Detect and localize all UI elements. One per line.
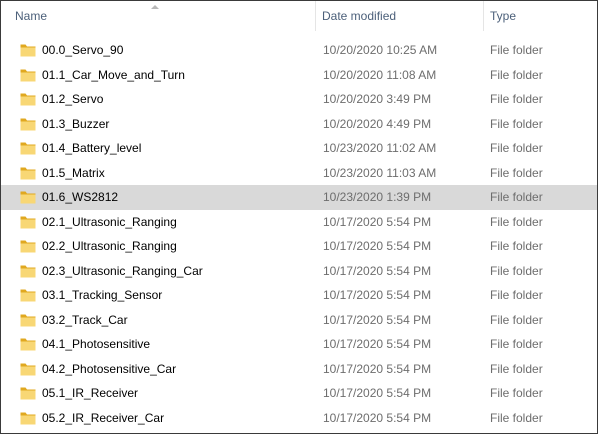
file-row[interactable]: 01.1_Car_Move_and_Turn 10/20/2020 11:08 A… xyxy=(1,63,597,88)
file-list: 00.0_Servo_90 10/20/2020 10:25 AM File fol… xyxy=(1,38,597,430)
file-row[interactable]: 01.3_Buzzer 10/20/2020 4:49 PM File folder xyxy=(1,112,597,137)
file-type: File folder xyxy=(490,386,543,400)
folder-icon xyxy=(19,90,37,108)
column-header-date-label: Date modified xyxy=(322,9,397,23)
folder-icon xyxy=(19,237,37,255)
file-row[interactable]: 00.0_Servo_90 10/20/2020 10:25 AM File fol… xyxy=(1,38,597,63)
folder-icon xyxy=(19,66,37,84)
file-type: File folder xyxy=(490,43,543,57)
file-date-modified: 10/20/2020 4:49 PM xyxy=(323,116,432,131)
file-date-modified: 10/17/2020 5:54 PM xyxy=(323,239,432,253)
file-row[interactable]: 01.4_Battery_level 10/23/2020 11:02 AM Fil… xyxy=(1,136,597,161)
file-name: 04.2_Photosensitive_Car xyxy=(42,361,177,376)
file-date-modified: 10/17/2020 5:54 PM xyxy=(323,288,432,302)
file-name: 02.1_Ultrasonic_Ranging xyxy=(42,214,177,229)
file-date-modified: 10/23/2020 11:02 AM xyxy=(323,141,437,155)
file-row[interactable]: 02.3_Ultrasonic_Ranging_Car 10/17/2020 5:… xyxy=(1,259,597,284)
file-date-modified: 10/17/2020 5:54 PM xyxy=(323,214,432,229)
file-date-modified: 10/23/2020 1:39 PM xyxy=(323,190,432,204)
file-type: File folder xyxy=(490,239,543,253)
file-row[interactable]: 04.1_Photosensitive 10/17/2020 5:54 PM Fil… xyxy=(1,332,597,357)
file-date-modified: 10/17/2020 5:54 PM xyxy=(323,361,432,376)
file-type: File folder xyxy=(490,312,543,327)
folder-icon xyxy=(19,409,37,427)
file-name: 01.1_Car_Move_and_Turn xyxy=(42,67,185,82)
file-row[interactable]: 01.6_WS2812 10/23/2020 1:39 PM File folder xyxy=(1,185,597,210)
file-date-modified: 10/23/2020 11:03 AM xyxy=(323,165,437,180)
column-header-bar: Name Date modified Type xyxy=(1,1,597,31)
file-name: 05.1_IR_Receiver xyxy=(42,386,139,400)
folder-icon xyxy=(19,164,37,182)
file-type: File folder xyxy=(490,410,543,425)
folder-icon xyxy=(19,335,37,353)
file-name: 00.0_Servo_90 xyxy=(42,43,124,57)
file-date-modified: 10/20/2020 11:08 AM xyxy=(323,67,437,82)
file-name: 01.6_WS2812 xyxy=(42,190,119,204)
file-date-modified: 10/17/2020 5:54 PM xyxy=(323,312,432,327)
file-type: File folder xyxy=(490,263,543,278)
folder-icon xyxy=(19,262,37,280)
file-type: File folder xyxy=(490,361,543,376)
file-name: 04.1_Photosensitive xyxy=(42,337,151,351)
file-explorer-window: Name Date modified Type 00.0_Servo_90 10/… xyxy=(0,0,598,434)
file-name: 02.2_Ultrasonic_Ranging xyxy=(42,239,177,253)
file-date-modified: 10/20/2020 3:49 PM xyxy=(323,92,432,106)
file-name: 01.5_Matrix xyxy=(42,165,105,180)
folder-icon xyxy=(19,139,37,157)
file-row[interactable]: 04.2_Photosensitive_Car 10/17/2020 5:54 P… xyxy=(1,357,597,382)
folder-icon xyxy=(19,311,37,329)
file-name: 05.2_IR_Receiver_Car xyxy=(42,410,165,425)
file-type: File folder xyxy=(490,92,543,106)
file-type: File folder xyxy=(490,337,543,351)
file-name: 01.3_Buzzer xyxy=(42,116,110,131)
file-name: 02.3_Ultrasonic_Ranging_Car xyxy=(42,263,203,278)
folder-icon xyxy=(19,384,37,402)
file-date-modified: 10/20/2020 10:25 AM xyxy=(323,43,438,57)
file-date-modified: 10/17/2020 5:54 PM xyxy=(323,386,432,400)
file-date-modified: 10/17/2020 5:54 PM xyxy=(323,410,432,425)
folder-icon xyxy=(19,213,37,231)
file-row[interactable]: 05.1_IR_Receiver 10/17/2020 5:54 PM File f… xyxy=(1,381,597,406)
file-date-modified: 10/17/2020 5:54 PM xyxy=(323,337,432,351)
file-row[interactable]: 01.2_Servo 10/20/2020 3:49 PM File folder xyxy=(1,87,597,112)
folder-icon xyxy=(19,286,37,304)
file-row[interactable]: 03.1_Tracking_Sensor 10/17/2020 5:54 PM Fi… xyxy=(1,283,597,308)
column-header-name[interactable]: Name xyxy=(9,1,315,31)
file-type: File folder xyxy=(490,165,543,180)
file-name: 03.2_Track_Car xyxy=(42,312,128,327)
file-row[interactable]: 05.2_IR_Receiver_Car 10/17/2020 5:54 PM Fi… xyxy=(1,406,597,431)
file-row[interactable]: 02.2_Ultrasonic_Ranging 10/17/2020 5:54 P… xyxy=(1,234,597,259)
file-type: File folder xyxy=(490,190,543,204)
file-type: File folder xyxy=(490,288,543,302)
file-type: File folder xyxy=(490,116,543,131)
file-type: File folder xyxy=(490,214,543,229)
column-header-type[interactable]: Type xyxy=(483,1,597,31)
folder-icon xyxy=(19,41,37,59)
file-name: 01.4_Battery_level xyxy=(42,141,142,155)
file-type: File folder xyxy=(490,67,543,82)
file-name: 01.2_Servo xyxy=(42,92,104,106)
file-type: File folder xyxy=(490,141,543,155)
file-row[interactable]: 03.2_Track_Car 10/17/2020 5:54 PM File fol… xyxy=(1,308,597,333)
file-row[interactable]: 02.1_Ultrasonic_Ranging 10/17/2020 5:54 P… xyxy=(1,210,597,235)
file-name: 03.1_Tracking_Sensor xyxy=(42,288,163,302)
column-header-name-label: Name xyxy=(15,9,48,23)
file-date-modified: 10/17/2020 5:54 PM xyxy=(323,263,432,278)
sort-ascending-icon xyxy=(151,5,159,9)
column-header-date-modified[interactable]: Date modified xyxy=(315,1,483,31)
file-row[interactable]: 01.5_Matrix 10/23/2020 11:03 AM File folde… xyxy=(1,161,597,186)
folder-icon xyxy=(19,360,37,378)
folder-icon xyxy=(19,115,37,133)
column-header-type-label: Type xyxy=(490,9,517,23)
folder-icon xyxy=(19,188,37,206)
